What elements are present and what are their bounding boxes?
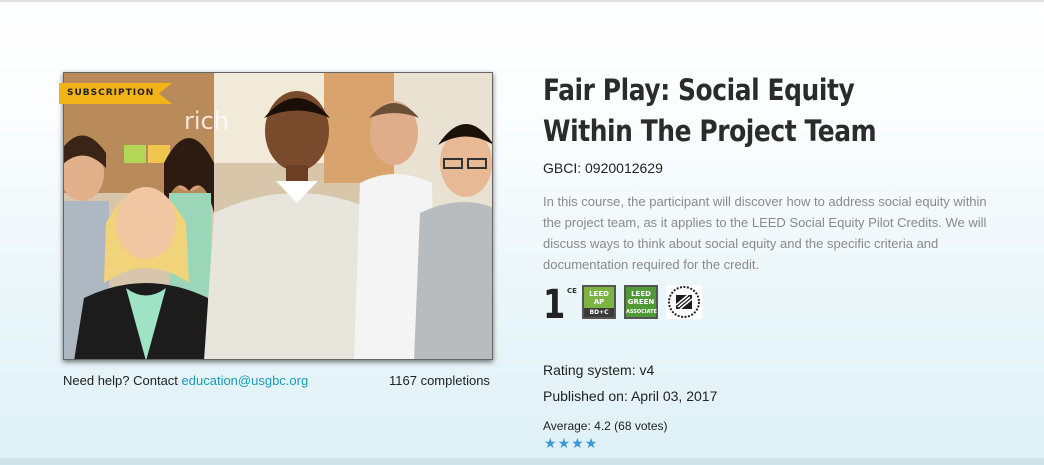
leed-green-associate-badge: LEED GREEN ASSOCIATE (624, 285, 658, 319)
certification-seal-icon (666, 285, 702, 319)
help-contact: Need help? Contact education@usgbc.org (63, 373, 308, 388)
star-icon[interactable]: ★ (544, 436, 557, 450)
top-divider (0, 0, 1044, 2)
subscription-badge: SUBSCRIPTION (59, 83, 173, 104)
course-description: In this course, the participant will dis… (543, 194, 987, 272)
average-rating: Average: 4.2 (68 votes) (543, 419, 668, 433)
star-rating[interactable]: ★★★★★ (544, 436, 611, 450)
leed-ap-line2: AP (593, 298, 605, 306)
star-icon[interactable]: ★ (558, 436, 571, 450)
group-photo-illustration: rich (64, 73, 492, 359)
ce-label: CE (567, 287, 577, 295)
course-image[interactable]: rich (63, 72, 493, 360)
leed-ga-sub: ASSOCIATE (626, 309, 657, 315)
rating-system: Rating system: v4 (543, 362, 655, 378)
ce-hours: 1 (543, 282, 566, 328)
published-date: Published on: April 03, 2017 (543, 388, 718, 404)
leed-ap-line1: LEED (589, 290, 609, 298)
credit-badges: 1 CE LEED AP BD+C LEED GREEN ASSOCIATE (543, 285, 702, 325)
star-icon[interactable]: ★ (585, 436, 598, 450)
bottom-divider (0, 458, 1044, 465)
gbci-number: GBCI: 0920012629 (543, 160, 663, 176)
wall-text: rich (184, 107, 229, 135)
help-prefix: Need help? Contact (63, 373, 182, 388)
leed-ga-line2: GREEN (627, 298, 655, 306)
leed-ap-sub: BD+C (584, 308, 614, 317)
course-title: Fair Play: Social Equity Within The Proj… (543, 73, 877, 148)
support-email-link[interactable]: education@usgbc.org (182, 373, 309, 388)
star-icon[interactable]: ★ (571, 436, 584, 450)
completions-count: 1167 completions (389, 373, 490, 388)
leed-ga-line1: LEED (631, 290, 651, 298)
leed-ap-bdc-badge: LEED AP BD+C (582, 285, 616, 319)
